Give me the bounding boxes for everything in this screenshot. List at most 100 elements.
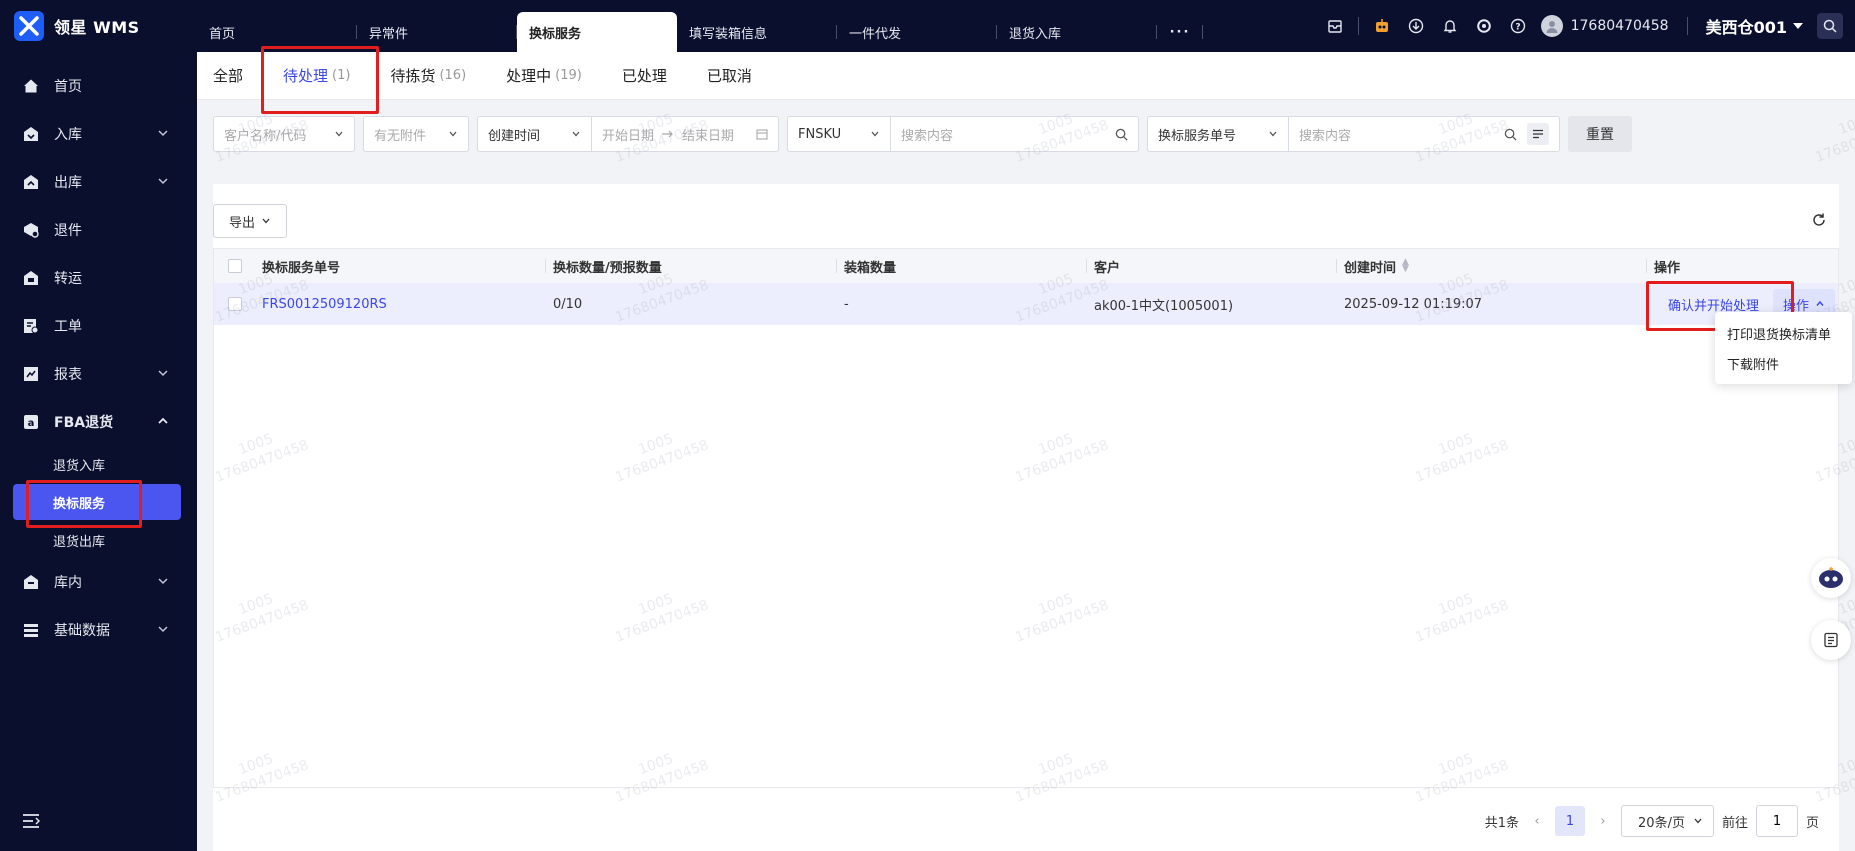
select-all-checkbox[interactable] (228, 259, 242, 273)
sidebar-item-outbound[interactable]: 出库 (0, 158, 197, 206)
topbar: 首页 异常件 换标服务 填写装箱信息 一件代发 退货入库 ··· ? 17680… (197, 0, 1855, 52)
chevron-down-icon (157, 623, 169, 635)
chevron-down-icon (157, 367, 169, 379)
tab-exceptions[interactable]: 异常件 (357, 12, 517, 52)
ai-assistant-button[interactable] (1811, 558, 1851, 598)
message-icon[interactable] (1318, 0, 1352, 52)
transfer-icon (22, 269, 40, 287)
sidebar-item-inbound[interactable]: 入库 (0, 110, 197, 158)
chevron-down-icon (157, 575, 169, 587)
caret-down-icon (1793, 23, 1803, 29)
row-checkbox[interactable] (228, 297, 242, 311)
inbound-icon (22, 125, 40, 143)
divider (1357, 17, 1359, 35)
confirm-start-processing-link[interactable]: 确认并开始处理 (1645, 280, 1795, 331)
export-button[interactable]: 导出 (213, 204, 287, 238)
order-search-input[interactable]: 搜索内容 (1289, 123, 1559, 145)
sidebar-item-home[interactable]: 首页 (0, 62, 197, 110)
sort-icon[interactable]: ▲ ▼ (1402, 258, 1409, 274)
date-range-input[interactable]: 开始日期 结束日期 (592, 125, 778, 144)
download-icon[interactable] (1399, 0, 1433, 52)
sidebar-item-report[interactable]: 报表 (0, 350, 197, 398)
main-content: 全部 待处理 (1) 待拣货 (16) 处理中 (19) 已处理 已取消 客户名称/代… (197, 45, 1855, 851)
gear-icon[interactable] (1467, 0, 1501, 52)
status-tab-all[interactable]: 全部 (213, 52, 243, 100)
warehouse-icon (22, 573, 40, 591)
tab-relabel-service[interactable]: 换标服务 (517, 12, 677, 52)
order-type-select[interactable]: 换标服务单号 (1148, 117, 1288, 151)
sidebar-subitem-relabel-service[interactable]: 换标服务 (13, 480, 181, 528)
page-size-select[interactable]: 20条/页 (1621, 805, 1714, 837)
batch-search-icon[interactable] (1527, 123, 1549, 145)
filter-bar: 客户名称/代码 有无附件 创建时间 开始日期 结束日期 FNSKU 搜索内容 换… (197, 100, 1855, 168)
warehouse-selector[interactable]: 美西仓001 (1706, 14, 1803, 38)
qty-value: 0/10 (553, 296, 583, 312)
table-header: 换标服务单号 换标数量/预报数量 装箱数量 客户 创建时间 ▲ ▼ 操作 (214, 249, 1838, 283)
amazon-icon: a (22, 413, 40, 431)
more-tabs-button[interactable]: ··· (1157, 12, 1203, 52)
sidebar-item-basic-data[interactable]: 基础数据 (0, 606, 197, 654)
sidebar-subitem-return-inbound[interactable]: 退货入库 (0, 446, 197, 482)
column-actions: 操作 (1646, 249, 1838, 283)
goto-page-input[interactable] (1755, 805, 1798, 837)
global-search-icon[interactable] (1817, 13, 1843, 39)
chevron-down-icon (262, 218, 270, 224)
sidebar-item-return[interactable]: 退件 (0, 206, 197, 254)
prev-page-icon[interactable]: ‹ (1527, 814, 1547, 829)
time-type-select[interactable]: 创建时间 (478, 117, 591, 151)
print-relabel-list-item[interactable]: 打印退货换标清单 (1715, 318, 1852, 348)
order-number-link[interactable]: FRS0012509120RS (262, 297, 387, 312)
chevron-down-icon (157, 175, 169, 187)
page-number[interactable]: 1 (1555, 806, 1586, 836)
box-qty-value: - (844, 296, 849, 312)
status-tab-to-pick[interactable]: 待拣货 (16) (390, 52, 466, 100)
operations-menu: 打印退货换标清单 下载附件 (1715, 312, 1852, 384)
notes-button[interactable] (1811, 620, 1851, 660)
column-created-time[interactable]: 创建时间 ▲ ▼ (1336, 249, 1646, 283)
customer-select[interactable]: 客户名称/代码 (213, 116, 355, 152)
table-row: FRS0012509120RS 0/10 - ak00-1中文(1005001)… (214, 280, 1838, 331)
search-icon (1115, 128, 1128, 141)
brand[interactable]: 领星 WMS (0, 0, 197, 52)
download-attachment-item[interactable]: 下载附件 (1715, 348, 1852, 378)
end-date: 结束日期 (682, 128, 735, 144)
chevron-down-icon (157, 127, 169, 139)
next-page-icon[interactable]: › (1593, 814, 1613, 829)
sidebar-item-ticket[interactable]: 工单 (0, 302, 197, 350)
avatar[interactable] (1540, 15, 1563, 37)
reset-button[interactable]: 重置 (1568, 116, 1632, 152)
pagination: 共1条 ‹ 1 › 20条/页 前往 页 (1485, 805, 1819, 837)
robot-icon[interactable] (1365, 0, 1399, 52)
search-icon (1504, 128, 1517, 141)
sku-search-input[interactable]: 搜索内容 (891, 125, 1138, 144)
status-tab-pending[interactable]: 待处理 (1) (260, 45, 380, 114)
chevron-down-icon (335, 131, 343, 137)
column-order-no: 换标服务单号 (262, 260, 341, 276)
home-icon (22, 77, 40, 95)
refresh-icon[interactable] (1811, 212, 1827, 228)
bell-icon[interactable] (1433, 0, 1467, 52)
help-icon[interactable]: ? (1501, 0, 1535, 52)
status-tab-processed[interactable]: 已处理 (622, 52, 667, 100)
user-phone[interactable]: 17680470458 (1571, 18, 1669, 34)
sidebar: 领星 WMS 首页 入库 出库 退件 转运 工单 报表 a FBA退货 退货入库… (0, 0, 197, 851)
chevron-up-icon (157, 415, 169, 427)
sidebar-item-inventory[interactable]: 库内 (0, 558, 197, 606)
chevron-down-icon (572, 131, 580, 137)
attachment-select[interactable]: 有无附件 (363, 116, 469, 152)
status-tab-processing[interactable]: 处理中 (19) (506, 52, 582, 100)
collapse-menu-icon[interactable] (22, 813, 41, 829)
status-tab-cancelled[interactable]: 已取消 (707, 52, 752, 100)
chevron-up-icon (1816, 300, 1824, 306)
sku-type-select[interactable]: FNSKU (788, 117, 890, 151)
chevron-down-icon (1269, 131, 1277, 137)
tab-fill-box-info[interactable]: 填写装箱信息 (677, 12, 837, 52)
sidebar-nav: 首页 入库 出库 退件 转运 工单 报表 a FBA退货 退货入库 换标服务 退… (0, 62, 197, 654)
tab-dropship[interactable]: 一件代发 (837, 12, 997, 52)
tab-return-inbound[interactable]: 退货入库 (997, 12, 1157, 52)
brand-name: 领星 WMS (54, 18, 140, 37)
document-icon (1824, 632, 1838, 648)
sidebar-item-transfer[interactable]: 转运 (0, 254, 197, 302)
sidebar-item-fba-return[interactable]: a FBA退货 (0, 398, 197, 446)
column-box-qty: 装箱数量 (836, 249, 1086, 283)
